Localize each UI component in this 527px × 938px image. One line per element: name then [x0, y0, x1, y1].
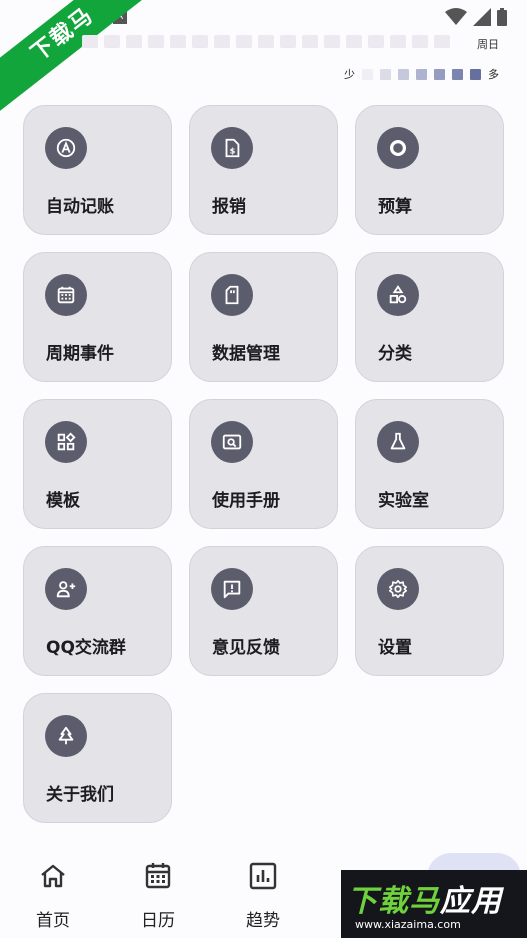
weekday-label: 周日	[477, 38, 499, 51]
calendar-icon	[45, 274, 87, 316]
card-label: 分类	[378, 344, 412, 364]
sd-card-icon	[211, 274, 253, 316]
card-label: 预算	[378, 197, 412, 217]
widgets-icon	[45, 421, 87, 463]
card-label: 意见反馈	[212, 638, 280, 658]
heatmap-cell	[258, 35, 274, 48]
card-label: 模板	[46, 491, 80, 511]
heatmap-cell	[280, 35, 296, 48]
card-label: 数据管理	[212, 344, 280, 364]
gear-icon	[377, 568, 419, 610]
heatmap-cell	[104, 35, 120, 48]
card-label: QQ交流群	[46, 638, 126, 658]
legend-swatch	[434, 68, 445, 80]
card-label: 自动记账	[46, 197, 114, 217]
ring-icon	[377, 127, 419, 169]
card-label: 周期事件	[46, 344, 114, 364]
legend-low-label: 少	[344, 68, 355, 81]
calendar-nav-icon	[145, 863, 171, 889]
nav-item-home[interactable]: 首页	[18, 860, 88, 931]
card-about-us[interactable]: 关于我们	[23, 693, 172, 823]
card-templates[interactable]: 模板	[23, 399, 172, 529]
home-icon	[41, 864, 65, 888]
card-qq-group[interactable]: QQ交流群	[23, 546, 172, 676]
wifi-icon	[445, 8, 467, 25]
card-budget[interactable]: 预算	[355, 105, 504, 235]
card-user-manual[interactable]: 使用手册	[189, 399, 338, 529]
card-reimbursement[interactable]: $ 报销	[189, 105, 338, 235]
card-label: 实验室	[378, 491, 429, 511]
heatmap-cell	[324, 35, 340, 48]
card-label: 设置	[378, 638, 412, 658]
corner-watermark: 下载马应用 www.xiazaima.com	[341, 870, 527, 938]
heatmap-cell	[148, 35, 164, 48]
battery-icon	[497, 8, 507, 26]
card-label: 使用手册	[212, 491, 280, 511]
legend-high-label: 多	[488, 68, 499, 81]
shapes-icon	[377, 274, 419, 316]
card-settings[interactable]: 设置	[355, 546, 504, 676]
heatmap-cell	[126, 35, 142, 48]
legend-swatch	[452, 68, 463, 80]
nav-item-trends[interactable]: 趋势	[228, 860, 298, 931]
heatmap-cell	[214, 35, 230, 48]
heatmap-cell	[390, 35, 406, 48]
heatmap-cell	[82, 35, 98, 48]
screen-search-icon	[211, 421, 253, 463]
auto-a-icon	[45, 127, 87, 169]
tree-icon	[45, 715, 87, 757]
nav-label: 首页	[36, 911, 70, 931]
card-label: 报销	[212, 197, 246, 217]
card-feedback[interactable]: 意见反馈	[189, 546, 338, 676]
heatmap-cell	[412, 35, 428, 48]
card-lab[interactable]: 实验室	[355, 399, 504, 529]
heatmap-cell	[236, 35, 252, 48]
svg-text:$: $	[230, 146, 236, 156]
flask-icon	[377, 421, 419, 463]
legend-swatch	[362, 68, 373, 80]
card-categories[interactable]: 分类	[355, 252, 504, 382]
legend-swatches	[362, 68, 481, 80]
heatmap-legend: 少 多	[344, 66, 499, 82]
feature-grid: 自动记账 $ 报销 预算 周期事件 数据管理 分类 模板 使用手册 实验室 QQ…	[23, 105, 504, 823]
legend-swatch	[470, 68, 481, 80]
card-periodic-events[interactable]: 周期事件	[23, 252, 172, 382]
heatmap-row	[82, 35, 450, 48]
receipt-dollar-icon: $	[211, 127, 253, 169]
nav-label: 日历	[141, 911, 175, 931]
watermark-brand: 下载马应用	[347, 884, 502, 919]
legend-swatch	[416, 68, 427, 80]
card-auto-bookkeeping[interactable]: 自动记账	[23, 105, 172, 235]
card-data-management[interactable]: 数据管理	[189, 252, 338, 382]
signal-icon	[473, 8, 491, 26]
legend-swatch	[398, 68, 409, 80]
heatmap-cell	[302, 35, 318, 48]
bar-chart-icon	[249, 862, 277, 890]
card-label: 关于我们	[46, 785, 114, 805]
heatmap-cell	[346, 35, 362, 48]
heatmap-cell	[434, 35, 450, 48]
heatmap-cell	[170, 35, 186, 48]
heatmap-cell	[368, 35, 384, 48]
feedback-icon	[211, 568, 253, 610]
legend-swatch	[380, 68, 391, 80]
person-add-icon	[45, 568, 87, 610]
watermark-url: www.xiazaima.com	[355, 918, 461, 931]
nav-item-calendar[interactable]: 日历	[123, 860, 193, 931]
nav-label: 趋势	[246, 911, 280, 931]
status-icons	[445, 8, 507, 26]
heatmap-cell	[192, 35, 208, 48]
